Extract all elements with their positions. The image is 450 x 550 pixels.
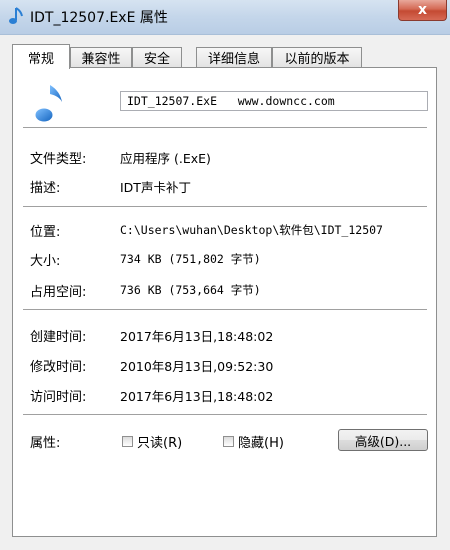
window-title: IDT_12507.ExE 属性 [30, 10, 168, 26]
file-type-label: 文件类型: [30, 152, 87, 167]
size-on-disk-value: 736 KB (753,664 字节) [120, 283, 261, 297]
description-value: IDT声卡补丁 [120, 180, 191, 195]
divider [23, 206, 427, 208]
readonly-checkbox[interactable]: 只读(R) [122, 432, 182, 451]
accessed-value: 2017年6月13日,18:48:02 [120, 389, 274, 404]
size-on-disk-label: 占用空间: [30, 285, 87, 300]
close-button[interactable]: x [398, 0, 447, 21]
readonly-checkbox-box[interactable] [122, 436, 133, 447]
general-panel: 文件类型: 应用程序 (.ExE) 描述: IDT声卡补丁 位置: C:\Use… [12, 67, 437, 537]
divider [23, 127, 427, 129]
created-label: 创建时间: [30, 330, 87, 345]
close-icon: x [417, 2, 428, 18]
divider [23, 414, 427, 416]
advanced-button[interactable]: 高级(D)... [338, 429, 428, 451]
file-type-value: 应用程序 (.ExE) [120, 151, 211, 166]
hidden-checkbox-box[interactable] [223, 436, 234, 447]
tab-general[interactable]: 常规 [12, 44, 70, 69]
accessed-label: 访问时间: [30, 390, 87, 405]
title-bar: IDT_12507.ExE 属性 x [0, 0, 450, 35]
tab-security[interactable]: 安全 [132, 47, 182, 67]
attributes-label: 属性: [30, 436, 61, 451]
tab-compatibility[interactable]: 兼容性 [70, 47, 132, 67]
location-label: 位置: [30, 225, 61, 240]
description-label: 描述: [30, 181, 61, 196]
tab-previous-versions[interactable]: 以前的版本 [272, 47, 362, 67]
hidden-checkbox[interactable]: 隐藏(H) [223, 432, 284, 451]
size-value: 734 KB (751,802 字节) [120, 252, 261, 266]
size-label: 大小: [30, 254, 61, 269]
tab-details[interactable]: 详细信息 [196, 47, 272, 67]
file-name-input[interactable] [120, 91, 428, 111]
divider [23, 309, 427, 311]
modified-label: 修改时间: [30, 360, 87, 375]
music-note-icon [35, 85, 62, 122]
music-note-icon [9, 7, 23, 24]
created-value: 2017年6月13日,18:48:02 [120, 329, 274, 344]
modified-value: 2010年8月13日,09:52:30 [120, 359, 274, 374]
location-value: C:\Users\wuhan\Desktop\软件包\IDT_12507 [120, 223, 383, 237]
